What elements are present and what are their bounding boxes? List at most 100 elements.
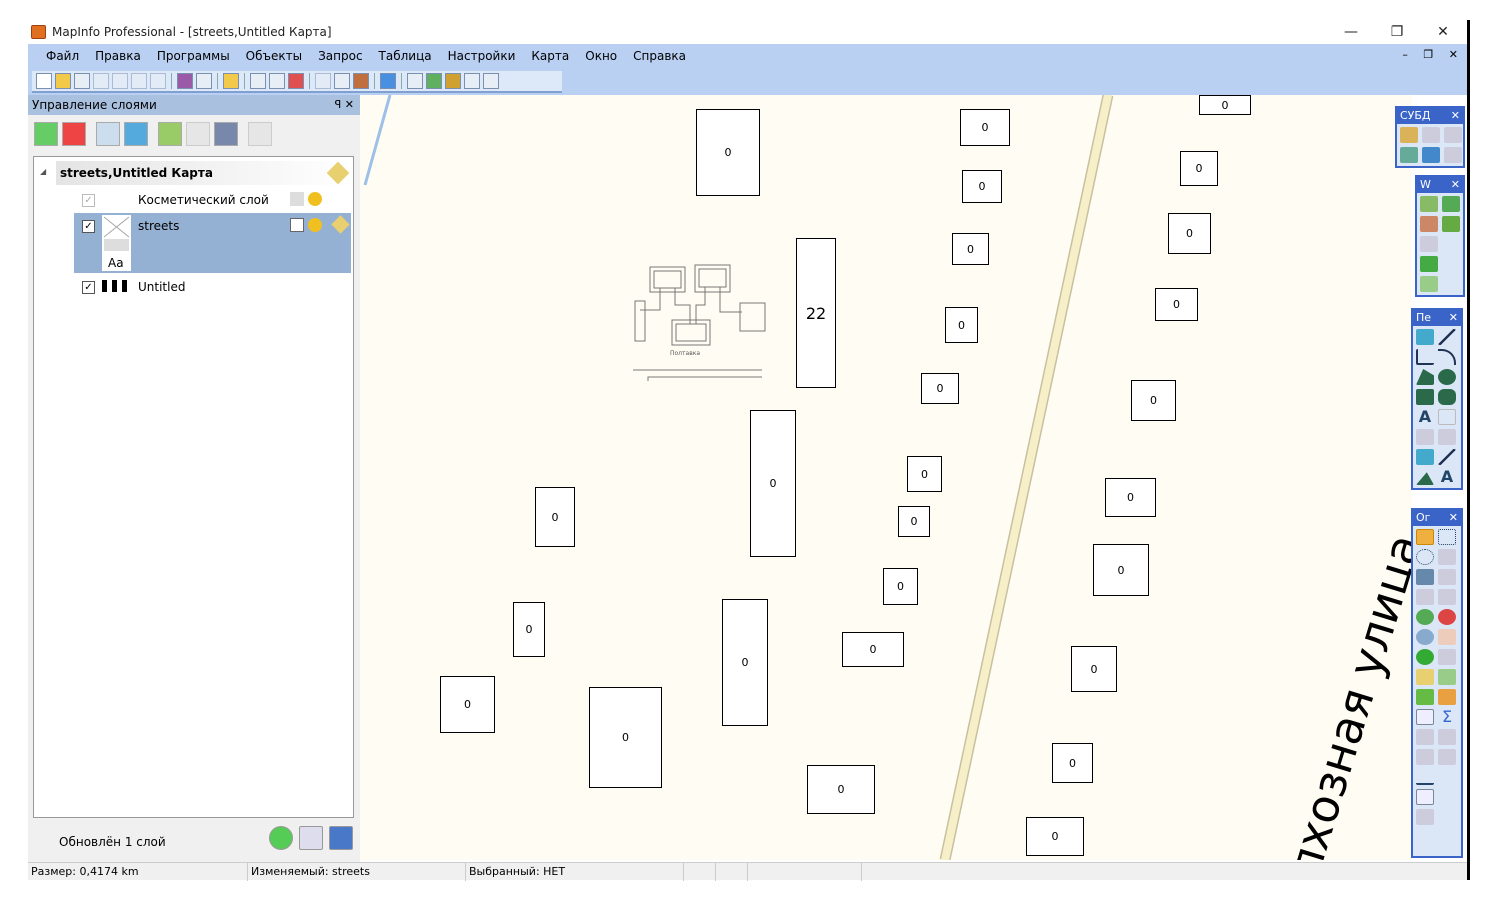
remove-layer-icon[interactable] xyxy=(62,122,86,146)
building-box[interactable]: 0 xyxy=(1199,95,1251,115)
move-down-icon[interactable] xyxy=(124,122,148,146)
building-box[interactable]: 0 xyxy=(945,307,978,343)
set-clip-icon[interactable] xyxy=(1438,729,1456,745)
label-icon[interactable] xyxy=(331,215,350,234)
ruler-icon[interactable] xyxy=(1438,689,1456,705)
boundary-select-icon[interactable] xyxy=(1416,569,1434,585)
open-dbms-icon[interactable] xyxy=(1400,127,1418,143)
building-box[interactable]: 0 xyxy=(907,456,942,492)
rounded-rectangle-icon[interactable] xyxy=(1438,389,1456,405)
close-button[interactable]: ✕ xyxy=(1420,20,1466,44)
menu-edit[interactable]: Правка xyxy=(87,44,149,69)
toolbar-close-icon[interactable]: ✕ xyxy=(1449,310,1458,326)
editable-icon[interactable] xyxy=(290,218,304,232)
building-box[interactable]: 0 xyxy=(696,109,760,196)
print-icon[interactable] xyxy=(269,73,285,89)
building-box[interactable]: 0 xyxy=(750,410,796,557)
cut-icon[interactable] xyxy=(315,73,331,89)
options-icon[interactable] xyxy=(248,122,272,146)
map-window-icon[interactable] xyxy=(426,73,442,89)
symbol-icon[interactable] xyxy=(1416,329,1434,345)
info-icon[interactable] xyxy=(1416,649,1434,665)
selectable-icon[interactable] xyxy=(308,192,322,206)
hotlink-icon[interactable] xyxy=(1438,649,1456,665)
restore-button[interactable]: ❐ xyxy=(1374,20,1420,44)
map-root-node[interactable]: streets,Untitled Карта xyxy=(56,161,352,185)
export-pdf-icon[interactable] xyxy=(288,73,304,89)
dbms-icon[interactable] xyxy=(150,73,166,89)
region-style-icon[interactable] xyxy=(1416,472,1434,485)
paste-icon[interactable] xyxy=(353,73,369,89)
building-box[interactable]: 0 xyxy=(1052,743,1093,783)
building-box[interactable]: 0 xyxy=(921,373,959,404)
selectable-icon[interactable] xyxy=(308,218,322,232)
polygon-icon[interactable] xyxy=(1416,369,1434,385)
text-icon[interactable]: A xyxy=(1416,409,1434,425)
wms-icon[interactable] xyxy=(1420,196,1438,212)
change-view-icon[interactable] xyxy=(1416,629,1434,645)
dbms-link-icon[interactable] xyxy=(1444,127,1462,143)
building-box[interactable]: 0 xyxy=(1093,544,1149,596)
panel-close-icon[interactable]: ✕ xyxy=(345,98,354,111)
visibility-checkbox[interactable]: ✓ xyxy=(82,220,95,233)
building-box[interactable]: 0 xyxy=(1105,478,1156,517)
building-box[interactable]: 0 xyxy=(1026,817,1084,856)
pin-icon[interactable]: ꟼ xyxy=(335,98,342,111)
prism-map-icon[interactable] xyxy=(1438,749,1456,765)
menu-objects[interactable]: Объекты xyxy=(238,44,310,69)
building-box[interactable]: 0 xyxy=(1131,380,1176,421)
polygon-select-icon[interactable] xyxy=(1438,549,1456,565)
scale-bar-icon[interactable] xyxy=(1416,769,1434,785)
menu-table[interactable]: Таблица xyxy=(371,44,440,69)
building-box[interactable]: 0 xyxy=(883,568,918,605)
save-icon[interactable] xyxy=(177,73,193,89)
new-icon[interactable] xyxy=(36,73,52,89)
grabber-hand-icon[interactable] xyxy=(1438,629,1456,645)
select-icon[interactable] xyxy=(1416,529,1434,545)
building-box[interactable]: 0 xyxy=(1071,646,1117,692)
toolbar-close-icon[interactable]: ✕ xyxy=(1451,108,1460,124)
tool-manager-icon[interactable] xyxy=(1416,809,1434,825)
menu-settings[interactable]: Настройки xyxy=(440,44,524,69)
layer-row-cosmetic[interactable]: ✓ Косметический слой xyxy=(74,187,351,213)
geocode-icon[interactable] xyxy=(1442,216,1460,232)
ellipse-icon[interactable] xyxy=(1438,369,1456,385)
select-all-icon[interactable] xyxy=(1438,589,1456,605)
add-node-icon[interactable] xyxy=(1438,429,1456,445)
web-disabled-icon[interactable] xyxy=(1420,236,1438,252)
rectangle-icon[interactable] xyxy=(1416,389,1434,405)
menu-query[interactable]: Запрос xyxy=(310,44,370,69)
map-window[interactable]: Полтавка 0 0 0 0 0 0 0 22 0 0 0 0 0 0 0 0 0 0 0 0 0 0 0 0 0 0 0 0 К… xyxy=(360,95,1412,860)
statistics-icon[interactable]: Σ xyxy=(1438,709,1456,725)
cartographic-legend-icon[interactable] xyxy=(1416,789,1434,805)
layout-icon[interactable] xyxy=(250,73,266,89)
building-box[interactable]: 0 xyxy=(440,676,495,733)
minimize-button[interactable]: — xyxy=(1328,20,1374,44)
dbms-disconnect-icon[interactable] xyxy=(1444,147,1462,163)
zoom-out-icon[interactable] xyxy=(1438,609,1456,625)
menu-help[interactable]: Справка xyxy=(625,44,694,69)
find-icon[interactable] xyxy=(1420,276,1438,292)
marquee-select-icon[interactable] xyxy=(1438,529,1456,545)
save-copy-icon[interactable] xyxy=(196,73,212,89)
menu-file[interactable]: Файл xyxy=(38,44,87,69)
menu-programs[interactable]: Программы xyxy=(149,44,238,69)
tile-server-icon[interactable] xyxy=(1420,216,1438,232)
zoom-in-icon[interactable] xyxy=(1416,609,1434,625)
collapse-icon[interactable]: ◢ xyxy=(40,167,46,176)
radius-select-icon[interactable] xyxy=(1416,549,1434,565)
toolbar-close-icon[interactable]: ✕ xyxy=(1449,510,1458,526)
browser-icon[interactable] xyxy=(407,73,423,89)
mdi-window-controls[interactable]: – ❐ ✕ xyxy=(1402,48,1464,61)
layer-properties-icon[interactable] xyxy=(158,122,182,146)
close-all-icon[interactable] xyxy=(112,73,128,89)
apply-icon[interactable] xyxy=(269,826,293,850)
export-list-icon[interactable] xyxy=(299,826,323,850)
toolbar-close-icon[interactable]: ✕ xyxy=(1451,177,1460,193)
layer-row-untitled[interactable]: ✓ Untitled xyxy=(74,274,351,300)
graph-icon[interactable] xyxy=(445,73,461,89)
building-box[interactable]: 0 xyxy=(589,687,662,788)
arc-icon[interactable] xyxy=(1438,349,1456,365)
visibility-checkbox[interactable]: ✓ xyxy=(82,194,95,207)
open-icon[interactable] xyxy=(55,73,71,89)
